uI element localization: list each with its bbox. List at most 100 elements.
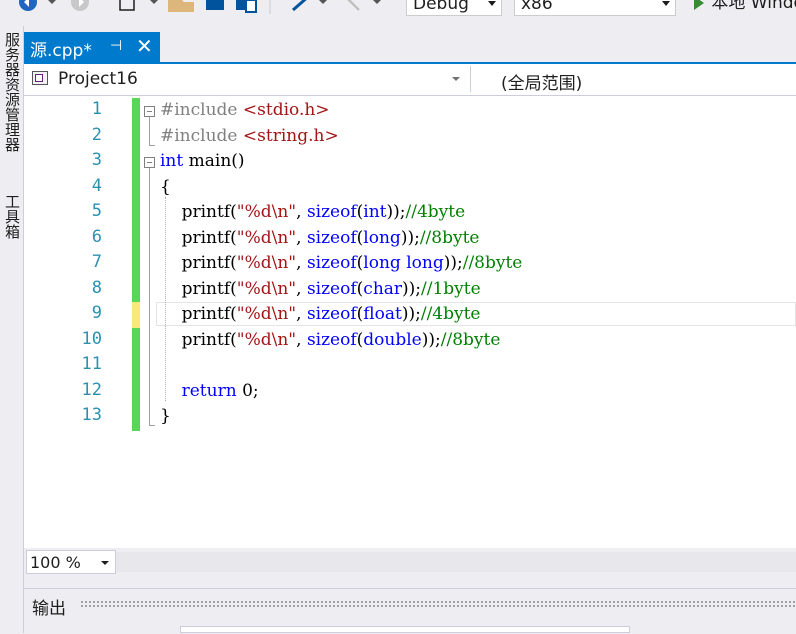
panel-grip[interactable] <box>80 600 796 608</box>
code-line[interactable]: return 0; <box>160 381 259 401</box>
zoom-dropdown[interactable]: 100 % <box>26 550 116 574</box>
code-token: sizeof <box>306 278 357 299</box>
code-token: int <box>363 202 387 222</box>
change-indicator <box>132 353 140 380</box>
code-token: int <box>160 151 184 171</box>
code-token: )); <box>386 202 406 222</box>
change-indicator <box>132 200 140 227</box>
change-indicator <box>132 123 140 150</box>
code-line[interactable]: { <box>160 177 171 197</box>
code-token: printf( <box>160 253 237 273</box>
code-line[interactable]: printf("%d\n", sizeof(long long));//8byt… <box>160 253 523 273</box>
code-token: )); <box>402 278 422 299</box>
change-indicator <box>132 174 140 201</box>
code-token: "%d\n" <box>236 227 297 248</box>
project-icon <box>32 71 48 85</box>
navigate-back-forward-icons[interactable] <box>0 0 100 12</box>
code-token: //8byte <box>440 329 501 350</box>
code-token: )); <box>421 329 441 350</box>
code-line[interactable]: printf("%d\n", sizeof(float));//4byte <box>160 304 481 324</box>
code-token: <string.h> <box>242 125 339 146</box>
project-name: Project16 <box>58 69 138 89</box>
code-token: //8byte <box>462 253 523 273</box>
code-token: )); <box>400 227 420 248</box>
code-line[interactable]: int main() <box>160 151 245 171</box>
code-token: printf( <box>160 304 237 324</box>
pin-icon[interactable]: ⊣ <box>110 38 122 54</box>
line-number: 8 <box>91 277 102 298</box>
change-indicator <box>132 378 140 405</box>
play-icon <box>694 0 704 10</box>
code-token: return <box>181 380 237 401</box>
code-token: <stdio.h> <box>242 100 330 120</box>
solution-config-dropdown[interactable]: Debug <box>406 0 502 16</box>
code-line[interactable]: printf("%d\n", sizeof(long));//8byte <box>160 227 480 248</box>
code-line[interactable]: printf("%d\n", sizeof(double));//8byte <box>160 329 501 350</box>
code-line[interactable]: printf("%d\n", sizeof(char));//1byte <box>160 279 481 299</box>
code-token: printf( <box>160 278 237 299</box>
code-token: , <box>296 329 307 350</box>
server-explorer-tab[interactable]: 服务器资源管理器 <box>2 32 23 152</box>
code-token: "%d\n" <box>236 304 297 324</box>
line-number: 5 <box>91 201 102 221</box>
project-dropdown[interactable]: Project16 <box>26 66 466 92</box>
chevron-down-icon <box>101 561 109 565</box>
code-token: char <box>363 278 403 299</box>
close-icon[interactable]: ✕ <box>136 34 153 58</box>
line-number: 12 <box>81 379 102 400</box>
change-indicator <box>132 225 140 252</box>
start-debugging-button[interactable]: 本地 Windows 调试器 <box>690 0 796 14</box>
change-indicator <box>132 251 140 278</box>
code-token: main() <box>183 151 245 171</box>
platform-dropdown[interactable]: x86 <box>514 0 676 16</box>
toolbox-tab[interactable]: 工具箱 <box>2 194 23 239</box>
code-token: printf( <box>160 202 237 222</box>
line-number: 6 <box>91 226 102 247</box>
change-indicator <box>132 327 140 354</box>
collapse-icon[interactable] <box>144 106 155 117</box>
code-token: )); <box>443 253 463 273</box>
code-token: //4byte <box>420 304 481 324</box>
code-token: "%d\n" <box>236 202 297 222</box>
line-number: 11 <box>81 354 102 374</box>
code-token: //8byte <box>419 227 480 248</box>
solution-config-value: Debug <box>413 0 469 14</box>
platform-value: x86 <box>521 0 553 14</box>
code-token: long long <box>363 253 444 273</box>
collapse-icon[interactable] <box>144 157 155 168</box>
undo-redo-icons[interactable] <box>285 0 395 14</box>
code-token: float <box>363 304 402 324</box>
chevron-down-icon <box>488 1 496 6</box>
code-token: "%d\n" <box>236 329 297 350</box>
code-token: "%d\n" <box>236 253 297 273</box>
code-token: printf( <box>160 227 237 248</box>
code-token: #include <box>160 100 243 120</box>
change-indicator <box>132 404 140 431</box>
code-token: sizeof <box>306 227 357 248</box>
code-line[interactable]: #include <stdio.h> <box>160 100 330 120</box>
horizontal-scrollbar[interactable] <box>116 552 796 572</box>
code-token: , <box>296 304 307 324</box>
code-token: //4byte <box>405 202 466 222</box>
code-token: printf( <box>160 329 237 350</box>
line-number: 13 <box>81 405 102 425</box>
chevron-down-icon <box>662 1 670 6</box>
code-line[interactable]: } <box>160 406 171 426</box>
line-number: 1 <box>91 99 102 119</box>
code-token: , <box>296 202 307 222</box>
output-source-dropdown[interactable] <box>180 626 630 633</box>
code-token: , <box>296 278 307 299</box>
code-token: { <box>160 176 171 197</box>
outline-line <box>149 117 150 145</box>
code-token: } <box>160 406 171 426</box>
document-tab[interactable]: 源.cpp* ⊣ ✕ <box>24 32 160 62</box>
code-line[interactable]: #include <string.h> <box>160 126 339 146</box>
code-token: //1byte <box>421 278 481 299</box>
change-indicator <box>132 302 140 329</box>
outline-line <box>149 168 150 425</box>
scope-dropdown[interactable]: (全局范围) <box>470 66 796 94</box>
code-line[interactable]: printf("%d\n", sizeof(int));//4byte <box>160 202 466 222</box>
file-toolbar-icons[interactable] <box>110 0 280 14</box>
start-debugging-label: 本地 Windows 调试器 <box>711 0 796 13</box>
